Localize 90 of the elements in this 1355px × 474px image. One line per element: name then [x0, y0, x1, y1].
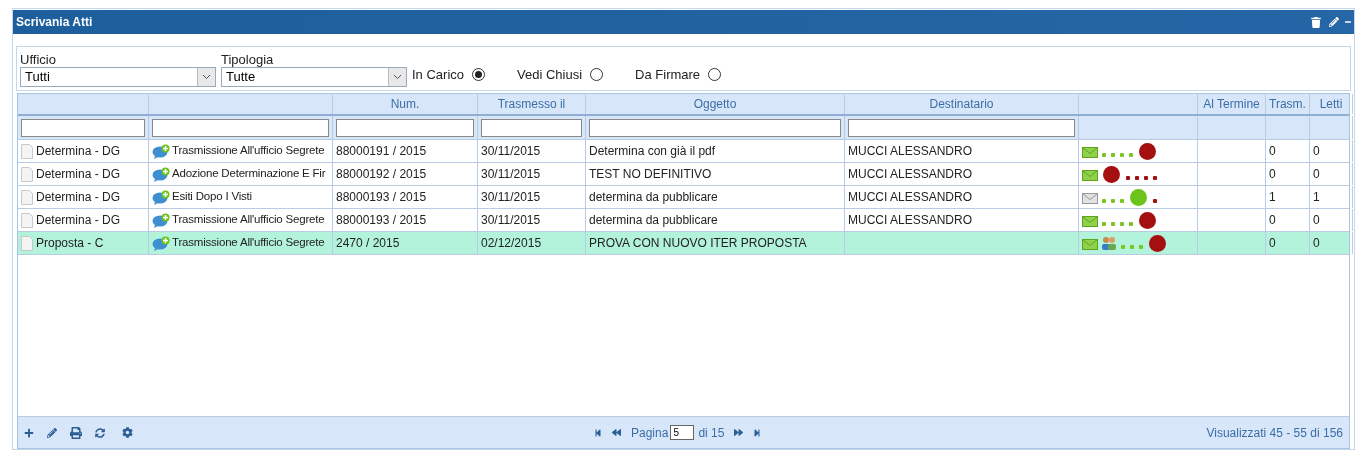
document-icon: [21, 235, 33, 251]
document-icon: [21, 143, 33, 159]
print-icon[interactable]: [70, 426, 82, 439]
column-header[interactable]: Al Termine: [1203, 95, 1260, 113]
table-cell-text: MUCCI ALESSANDRO: [848, 143, 973, 160]
table-cell-text: 0: [1313, 166, 1320, 183]
filter-input[interactable]: [336, 118, 474, 137]
dropdown[interactable]: Tutti: [20, 67, 216, 87]
chat-bubble-icon: [152, 189, 170, 205]
table-cell-text: MUCCI ALESSANDRO: [848, 166, 973, 183]
radio-button[interactable]: [472, 67, 486, 81]
table-cell-text: 30/11/2015: [481, 212, 541, 229]
table-cell-text: PROVA CON NUOVO ITER PROPOSTA: [589, 235, 807, 252]
table-cell-text: 30/11/2015: [481, 166, 541, 183]
table-cell-text: Determina - DG: [36, 166, 121, 183]
table-cell-text: 1: [1313, 189, 1320, 206]
chat-bubble-icon: [152, 143, 170, 159]
column-header[interactable]: Num.: [390, 95, 420, 113]
column-header[interactable]: Oggetto: [693, 95, 737, 113]
next-page-icon[interactable]: [734, 428, 744, 437]
record-summary: Visualizzati 45 - 55 di 156: [1206, 424, 1343, 442]
dropdown[interactable]: Tutte: [221, 67, 407, 87]
table-cell-text: 0: [1269, 235, 1276, 252]
table-cell-text: determina da pubblicare: [589, 212, 718, 229]
radio-label: Vedi Chiusi: [517, 65, 583, 84]
document-icon: [21, 189, 33, 205]
chevron-icon: [388, 68, 406, 86]
radio-button[interactable]: [708, 67, 722, 81]
table-cell-text: 0: [1313, 235, 1320, 252]
table-cell-text: Proposta - C: [36, 235, 104, 252]
pencil-icon[interactable]: [1329, 17, 1339, 27]
last-page-icon[interactable]: [753, 428, 762, 437]
table-cell-text: 0: [1269, 166, 1276, 183]
first-page-icon[interactable]: [594, 428, 602, 437]
table-cell-text: Trasmissione All'ufficio Segrete: [172, 235, 325, 251]
table-cell-text: Determina - DG: [36, 143, 121, 160]
table-cell-text: 2470 / 2015: [336, 235, 400, 252]
column-header[interactable]: Destinatario: [929, 95, 994, 113]
radio-button[interactable]: [590, 67, 604, 81]
page-total: di 15: [698, 424, 725, 442]
filter-input[interactable]: [152, 118, 329, 137]
table-cell-text: Esiti Dopo I Visti: [172, 189, 252, 205]
page-label: Pagina: [631, 424, 669, 442]
table-cell-text: MUCCI ALESSANDRO: [848, 189, 973, 206]
chevron-icon: [197, 68, 215, 86]
document-icon: [21, 166, 33, 182]
filter-input[interactable]: [848, 118, 1075, 137]
radio-label: In Carico: [412, 65, 465, 84]
field-label: Tipologia: [221, 52, 275, 67]
window-title: Scrivania Atti: [16, 14, 94, 31]
column-header[interactable]: Trasm.: [1269, 95, 1306, 113]
add-icon[interactable]: [24, 427, 34, 438]
filter-input[interactable]: [21, 118, 145, 137]
refresh-icon[interactable]: [95, 427, 105, 438]
pencil-icon[interactable]: [47, 427, 57, 438]
trash-icon[interactable]: [1311, 16, 1321, 28]
table-cell-text: 30/11/2015: [481, 189, 541, 206]
document-icon: [21, 212, 33, 228]
previous-page-icon[interactable]: [612, 428, 621, 437]
chat-bubble-icon: [152, 235, 170, 251]
table-cell-text: 88000191 / 2015: [336, 143, 427, 160]
table-cell-text: 30/11/2015: [481, 143, 541, 160]
table-cell-text: 88000192 / 2015: [336, 166, 427, 183]
table-cell-text: Determina con già il pdf: [589, 143, 716, 160]
chat-bubble-icon: [152, 166, 170, 182]
table-cell-text: 1: [1269, 189, 1276, 206]
table-cell-text: 02/12/2015: [481, 235, 542, 252]
filter-input[interactable]: [589, 118, 841, 137]
table-cell-text: Adozione Determinazione E Fir: [172, 166, 326, 182]
table-cell-text: 0: [1269, 212, 1276, 229]
table-cell-text: determina da pubblicare: [589, 189, 718, 206]
page-input[interactable]: 5: [670, 425, 695, 440]
settings-icon[interactable]: [122, 427, 133, 438]
column-header[interactable]: Letti: [1319, 95, 1343, 113]
table-cell-text: MUCCI ALESSANDRO: [848, 212, 973, 229]
table-cell-text: Determina - DG: [36, 189, 121, 206]
table-cell-text: TEST NO DEFINITIVO: [589, 166, 712, 183]
field-label: Ufficio: [20, 52, 57, 67]
table-cell-text: 0: [1269, 143, 1276, 160]
column-header[interactable]: Trasmesso il: [497, 95, 566, 113]
table-cell-text: 0: [1313, 212, 1320, 229]
radio-label: Da Firmare: [635, 65, 701, 84]
table-cell-text: 0: [1313, 143, 1320, 160]
table-cell-text: Trasmissione All'ufficio Segrete: [172, 143, 325, 159]
chat-bubble-icon: [152, 212, 170, 228]
table-cell-text: Determina - DG: [36, 212, 121, 229]
filter-input[interactable]: [481, 118, 582, 137]
table-cell-text: 88000193 / 2015: [336, 189, 427, 206]
table-cell-text: 88000193 / 2015: [336, 212, 427, 229]
table-cell-text: Trasmissione All'ufficio Segrete: [172, 212, 325, 228]
